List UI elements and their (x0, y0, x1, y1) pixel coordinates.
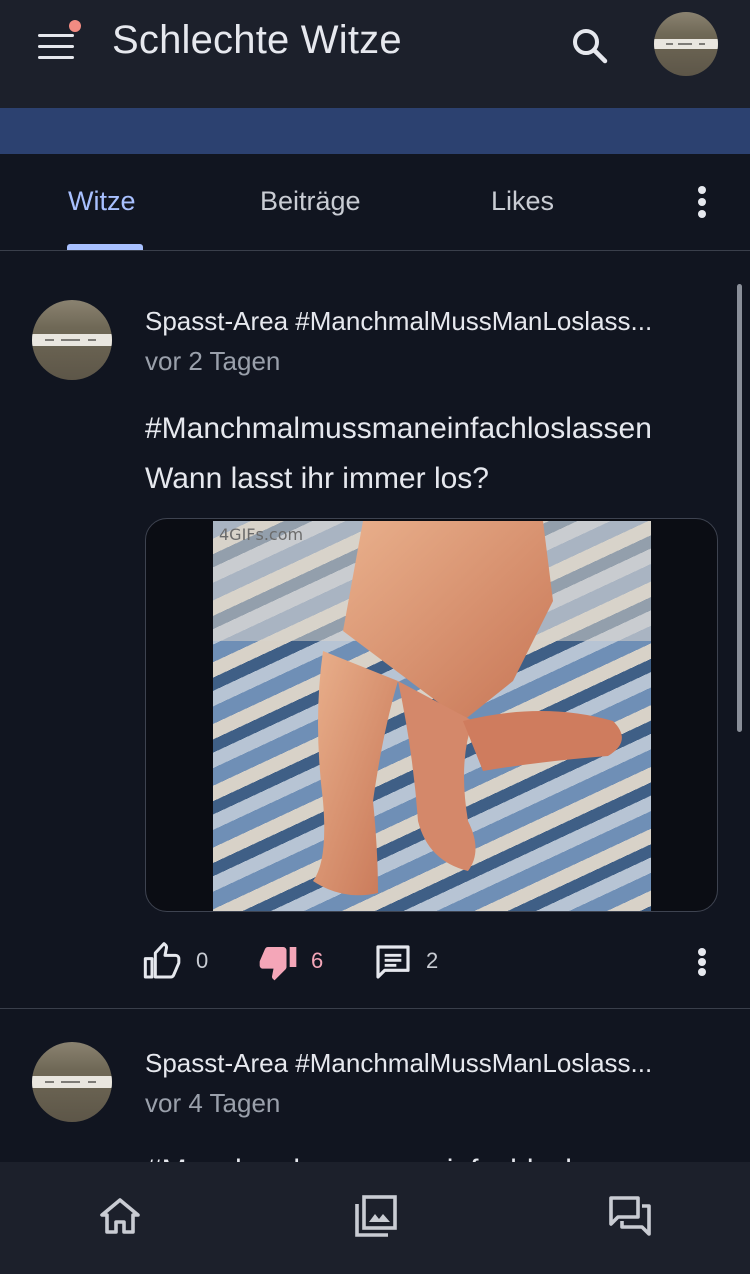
post-actions: 0 6 2 (0, 942, 750, 982)
nav-home[interactable] (96, 1192, 144, 1240)
author-avatar[interactable] (32, 1042, 112, 1122)
thumb-down-icon (259, 947, 297, 981)
more-options-button[interactable] (686, 184, 718, 220)
author-avatar[interactable] (32, 300, 112, 380)
home-icon (100, 1198, 140, 1234)
profile-banner (0, 108, 750, 154)
post-media[interactable]: 4GIFs.com (145, 518, 718, 912)
search-button[interactable] (566, 22, 614, 70)
gif-image: 4GIFs.com (213, 521, 651, 911)
dislike-button[interactable] (258, 942, 298, 982)
notification-dot (69, 20, 81, 32)
nav-forum[interactable] (606, 1192, 654, 1240)
page-title: Schlechte Witze (112, 18, 402, 62)
scrollbar[interactable] (737, 284, 742, 732)
post-timestamp: vor 2 Tagen (145, 346, 281, 376)
search-icon (573, 29, 608, 64)
post-author[interactable]: Spasst-Area #ManchmalMussManLoslass... (145, 1048, 720, 1079)
tab-witze[interactable]: Witze (68, 186, 136, 217)
tab-likes[interactable]: Likes (491, 186, 554, 217)
post-card: Spasst-Area #ManchmalMussManLoslass... v… (0, 252, 750, 1009)
bottom-navigation (0, 1162, 750, 1274)
gif-watermark: 4GIFs.com (219, 525, 304, 544)
active-tab-indicator (67, 244, 143, 250)
post-timestamp: vor 4 Tagen (145, 1088, 281, 1118)
comment-icon (376, 945, 410, 979)
dislike-count: 6 (311, 948, 324, 973)
top-app-bar: Schlechte Witze (0, 0, 750, 108)
profile-avatar[interactable] (654, 12, 718, 76)
post-author[interactable]: Spasst-Area #ManchmalMussManLoslass... (145, 306, 720, 337)
tab-beitraege[interactable]: Beiträge (260, 186, 361, 217)
thumb-up-icon (143, 942, 181, 979)
nav-gallery[interactable] (352, 1192, 400, 1240)
post-text: #Manchmalmussmaneinfachloslassen Wann la… (145, 412, 652, 495)
like-count: 0 (196, 948, 209, 973)
forum-icon (609, 1196, 651, 1236)
menu-button[interactable] (32, 20, 81, 66)
comment-button[interactable] (373, 942, 413, 982)
comment-count: 2 (426, 948, 439, 973)
post-card: Spasst-Area #ManchmalMussManLoslass... v… (0, 994, 750, 1164)
gallery-icon (355, 1195, 397, 1237)
post-more-button[interactable] (686, 942, 718, 982)
profile-tabs: Witze Beiträge Likes (0, 154, 750, 251)
like-button[interactable] (142, 942, 182, 982)
